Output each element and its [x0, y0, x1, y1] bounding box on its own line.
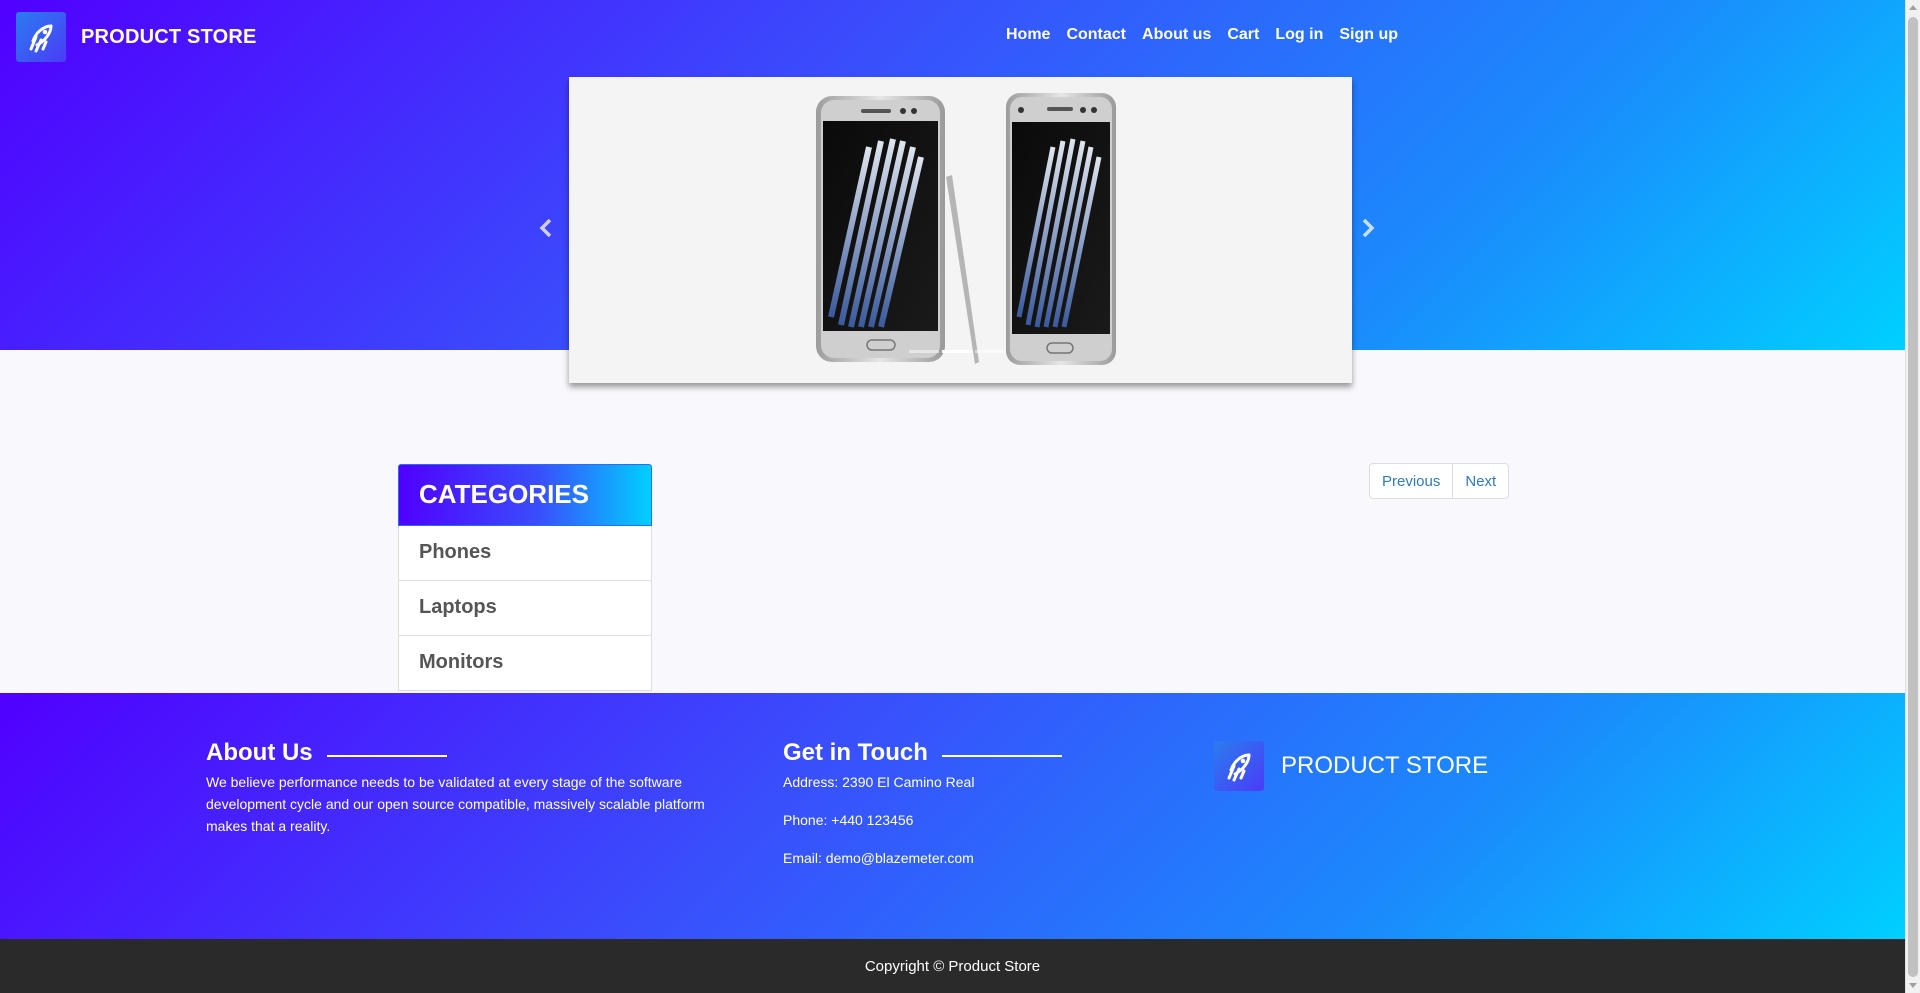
contact-phone: Phone: +440 123456 — [783, 812, 914, 828]
nav-about-us[interactable]: About us — [1142, 26, 1211, 44]
chevron-left-icon — [539, 218, 552, 238]
categories-title[interactable]: CATEGORIES — [398, 464, 652, 526]
carousel-next-button[interactable] — [1348, 213, 1388, 243]
next-page-button[interactable]: Next — [1453, 463, 1510, 499]
categories-list: CATEGORIES Phones Laptops Monitors — [398, 464, 652, 691]
copyright-bar: Copyright © Product Store — [0, 939, 1905, 993]
nav-home[interactable]: Home — [1006, 26, 1050, 44]
divider — [326, 755, 447, 757]
category-phones[interactable]: Phones — [398, 526, 652, 581]
nav-cart[interactable]: Cart — [1227, 26, 1259, 44]
footer-contact-heading: Get in Touch — [783, 739, 1083, 767]
divider — [941, 755, 1062, 757]
copyright-text: Copyright © Product Store — [864, 957, 1041, 975]
contact-details: Address: 2390 El Camino Real Phone: +440… — [783, 771, 1083, 869]
carousel-indicator-active[interactable] — [942, 350, 972, 353]
footer: About Us We believe performance needs to… — [0, 693, 1905, 939]
vertical-scrollbar[interactable] — [1905, 0, 1920, 993]
scrollbar-thumb[interactable] — [1908, 17, 1918, 977]
product-carousel — [569, 77, 1352, 383]
nav-contact[interactable]: Contact — [1066, 26, 1126, 44]
category-laptops[interactable]: Laptops — [398, 581, 652, 636]
contact-address: Address: 2390 El Camino Real — [783, 774, 975, 790]
scroll-up-arrow-icon[interactable] — [1909, 5, 1917, 10]
footer-contact: Get in Touch Address: 2390 El Camino Rea… — [783, 739, 1083, 885]
contact-email: Email: demo@blazemeter.com — [783, 850, 974, 866]
carousel-indicators — [909, 350, 1008, 353]
footer-brand-name: PRODUCT STORE — [1281, 752, 1489, 779]
previous-page-button[interactable]: Previous — [1369, 463, 1454, 499]
rocket-icon — [1214, 741, 1264, 791]
carousel-slide-image — [816, 93, 1116, 365]
nav-log-in[interactable]: Log in — [1275, 26, 1323, 44]
carousel-indicator[interactable] — [975, 350, 1005, 353]
footer-about-title: About Us — [206, 739, 313, 766]
carousel-indicator[interactable] — [909, 350, 939, 353]
footer-brand: PRODUCT STORE — [1214, 741, 1488, 791]
brand-link[interactable]: PRODUCT STORE — [16, 12, 257, 62]
carousel-prev-button[interactable] — [526, 213, 566, 243]
category-monitors[interactable]: Monitors — [398, 636, 652, 691]
main-nav: Home Contact About us Cart Log in Sign u… — [1006, 26, 1414, 44]
brand-name: PRODUCT STORE — [81, 25, 257, 48]
footer-about: About Us We believe performance needs to… — [206, 739, 736, 837]
nav-sign-up[interactable]: Sign up — [1339, 26, 1398, 44]
chevron-right-icon — [1362, 218, 1375, 238]
pagination: Previous Next — [1369, 463, 1510, 499]
scroll-down-arrow-icon[interactable] — [1909, 983, 1917, 988]
footer-about-text: We believe performance needs to be valid… — [206, 774, 705, 834]
footer-contact-title: Get in Touch — [783, 739, 928, 766]
footer-about-heading: About Us — [206, 739, 736, 767]
rocket-icon — [16, 12, 66, 62]
